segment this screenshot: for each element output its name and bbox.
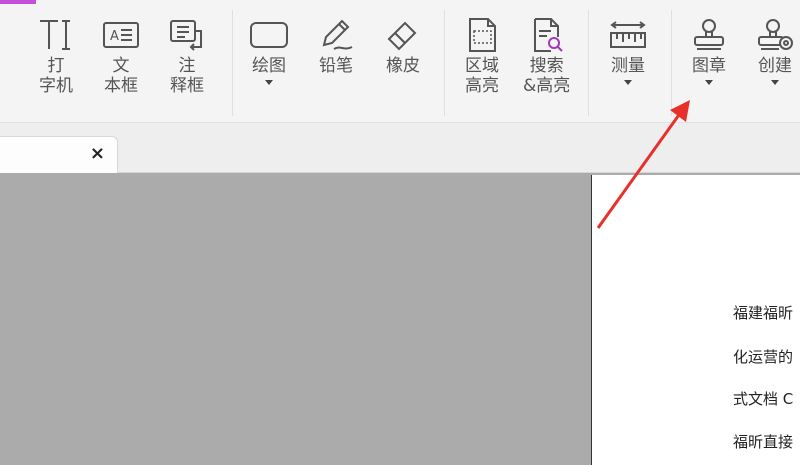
annotation-arrow bbox=[596, 100, 690, 229]
app-window: 打 字机 A 文 本框 注 释框 绘图 铅笔 橡皮 区域 高亮 搜索 &高亮 测… bbox=[0, 0, 800, 465]
